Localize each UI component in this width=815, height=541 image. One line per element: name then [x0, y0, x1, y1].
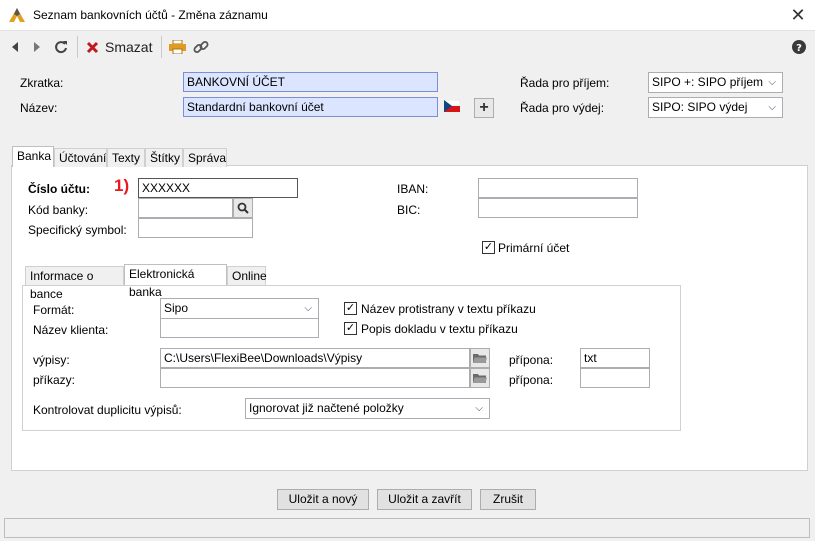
duplicity-label: Kontrolovat duplicitu výpisů:	[33, 403, 182, 417]
cancel-button[interactable]: Zrušit	[480, 489, 536, 510]
window-title: Seznam bankovních účtů - Změna záznamu	[33, 8, 268, 22]
add-translation-button[interactable]: +	[474, 98, 494, 118]
close-icon: ✕	[790, 5, 806, 25]
rada-prijem-select[interactable]: SIPO +: SIPO příjem ⌵	[648, 72, 783, 93]
refresh-button[interactable]	[52, 36, 70, 58]
kod-banky-input[interactable]	[138, 198, 233, 218]
prikazy-pripona-label: přípona:	[509, 373, 554, 387]
delete-x-icon	[86, 41, 99, 53]
printer-icon	[168, 40, 186, 54]
subtab-elektronicka-banka[interactable]: Elektronická banka	[124, 264, 227, 299]
tab-uctovani[interactable]: Účtování	[54, 148, 107, 167]
tab-stitky[interactable]: Štítky	[145, 148, 183, 167]
vypisy-pripona-input[interactable]: txt	[580, 348, 650, 368]
rada-prijem-value: SIPO +: SIPO příjem	[652, 75, 764, 89]
back-arrow-icon	[12, 42, 18, 52]
popis-dokladu-label: Popis dokladu v textu příkazu	[361, 322, 518, 336]
folder-icon	[473, 373, 487, 383]
bic-label: BIC:	[397, 203, 421, 217]
vypisy-browse-button[interactable]	[470, 348, 490, 368]
refresh-icon	[55, 41, 67, 54]
cislo-uctu-input[interactable]: XXXXXX	[138, 178, 298, 198]
nazev-input[interactable]: Standardní bankovní účet	[183, 97, 438, 117]
status-bar	[4, 518, 810, 538]
popis-dokladu-checkbox[interactable]: ✓	[344, 322, 357, 335]
checkmark-icon: ✓	[345, 302, 356, 314]
format-select[interactable]: Sipo ⌵	[160, 298, 319, 319]
format-value: Sipo	[164, 301, 189, 315]
rada-vydej-value: SIPO: SIPO výdej	[652, 100, 748, 114]
nazev-protistrany-checkbox[interactable]: ✓	[344, 302, 357, 315]
app-logo-icon	[9, 8, 25, 22]
save-new-button[interactable]: Uložit a nový	[277, 489, 369, 510]
toolbar-separator	[77, 36, 78, 58]
duplicity-value: Ignorovat již načtené položky	[249, 401, 404, 415]
link-icon	[193, 41, 209, 53]
back-button[interactable]	[8, 36, 22, 58]
zkratka-label: Zkratka:	[20, 76, 64, 90]
nazev-label: Název:	[20, 101, 58, 115]
chevron-down-icon: ⌵	[768, 77, 776, 88]
delete-button[interactable]: Smazat	[86, 36, 156, 58]
delete-label: Smazat	[105, 39, 153, 55]
tab-banka[interactable]: Banka	[12, 146, 54, 167]
folder-icon	[473, 353, 487, 363]
iban-label: IBAN:	[397, 182, 429, 196]
svg-text:?: ?	[796, 43, 802, 54]
subtab-informace-o-bance[interactable]: Informace o bance	[25, 266, 124, 301]
rada-vydej-label: Řada pro výdej:	[520, 101, 605, 115]
tab-texty[interactable]: Texty	[107, 148, 145, 167]
chevron-down-icon: ⌵	[304, 303, 312, 314]
save-close-button[interactable]: Uložit a zavřít	[377, 489, 472, 510]
czech-flag-icon[interactable]	[444, 100, 460, 112]
format-label: Formát:	[33, 303, 75, 317]
iban-input[interactable]	[478, 178, 638, 198]
print-button[interactable]	[167, 36, 187, 58]
chevron-down-icon: ⌵	[475, 403, 483, 414]
prikazy-browse-button[interactable]	[470, 368, 490, 388]
prikazy-path-input[interactable]	[160, 368, 470, 388]
search-icon	[237, 202, 249, 214]
rada-vydej-select[interactable]: SIPO: SIPO výdej ⌵	[648, 97, 783, 118]
spec-symbol-label: Specifický symbol:	[28, 223, 127, 237]
chevron-down-icon: ⌵	[768, 102, 776, 113]
prikazy-pripona-input[interactable]	[580, 368, 650, 388]
annotation-marker: 1)	[114, 176, 130, 195]
forward-arrow-icon	[34, 42, 40, 52]
close-window-button[interactable]: ✕	[788, 4, 808, 26]
nazev-protistrany-label: Název protistrany v textu příkazu	[361, 302, 536, 316]
vypisy-label: výpisy:	[33, 353, 70, 367]
zkratka-input[interactable]: BANKOVNÍ ÚČET	[183, 72, 438, 92]
help-icon: ?	[792, 40, 806, 54]
nazev-klienta-label: Název klienta:	[33, 323, 109, 337]
rada-prijem-label: Řada pro příjem:	[520, 76, 610, 90]
checkmark-icon: ✓	[345, 322, 356, 334]
primarni-ucet-label: Primární účet	[498, 241, 570, 255]
subtab-online[interactable]: Online	[227, 266, 267, 285]
cislo-uctu-label: Číslo účtu:	[28, 182, 90, 196]
plus-icon: +	[479, 99, 489, 116]
toolbar-separator	[161, 36, 162, 58]
kod-banky-label: Kód banky:	[28, 203, 89, 217]
vypisy-pripona-label: přípona:	[509, 353, 554, 367]
spec-symbol-input[interactable]	[138, 218, 253, 238]
checkmark-icon: ✓	[483, 241, 494, 253]
nazev-klienta-input[interactable]	[160, 318, 319, 338]
prikazy-label: příkazy:	[33, 373, 76, 387]
link-button[interactable]	[191, 36, 211, 58]
forward-button[interactable]	[30, 36, 44, 58]
help-button[interactable]: ?	[790, 36, 808, 58]
bic-input[interactable]	[478, 198, 638, 218]
duplicity-select[interactable]: Ignorovat již načtené položky ⌵	[245, 398, 490, 419]
vypisy-path-input[interactable]: C:\Users\FlexiBee\Downloads\Výpisy	[160, 348, 470, 368]
tab-sprava[interactable]: Správa	[183, 148, 227, 167]
primarni-ucet-checkbox[interactable]: ✓	[482, 241, 495, 254]
search-bank-button[interactable]	[233, 198, 253, 218]
